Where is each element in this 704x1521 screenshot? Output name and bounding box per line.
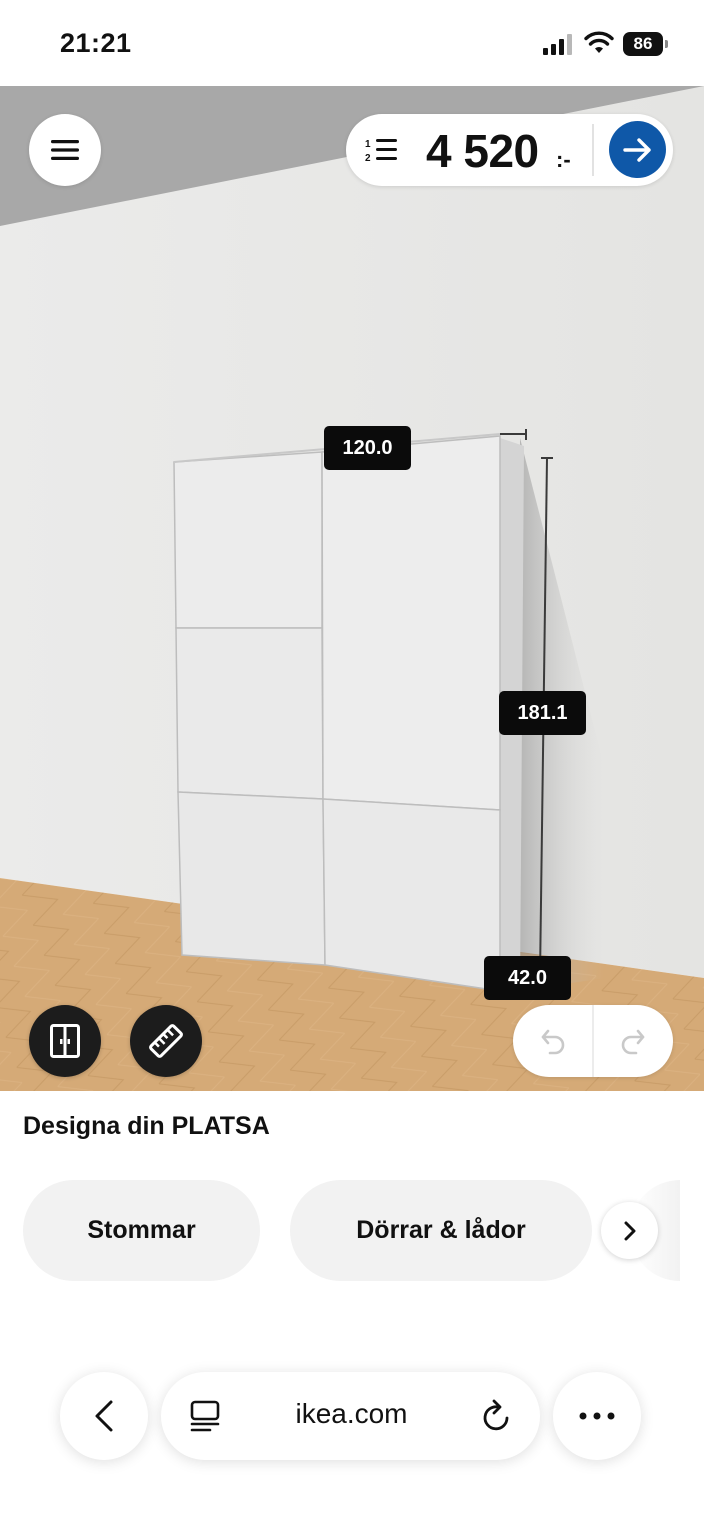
height-dimension-label: 181.1 [499,691,586,735]
tabs-icon [190,1400,220,1432]
price-currency-suffix: :- [556,147,571,172]
undo-redo-group [513,1005,673,1077]
numbered-list-icon: 1 2 [365,139,397,164]
status-bar: 21:21 86 [0,0,704,86]
browser-back-button[interactable] [60,1372,148,1460]
browser-more-button[interactable] [553,1372,641,1460]
hamburger-menu-icon [51,140,79,160]
ruler-icon [149,1024,183,1058]
scroll-chips-right-button[interactable] [601,1202,658,1259]
battery-indicator: 86 [623,32,663,56]
svg-text:2: 2 [365,153,371,164]
section-title: Designa din PLATSA [23,1112,270,1140]
chevron-right-icon [624,1221,635,1240]
redo-button[interactable] [593,1005,673,1077]
width-dimension-label: 120.0 [324,426,411,470]
undo-icon [541,1029,565,1055]
measure-button[interactable] [130,1005,202,1077]
double-door-icon [50,1024,80,1058]
proceed-button[interactable] [609,121,666,178]
arrow-right-icon [622,137,651,162]
svg-text:1: 1 [365,139,371,150]
address-bar[interactable]: ikea.com [161,1372,540,1460]
chip-frames[interactable]: Stommar [23,1180,260,1281]
total-price: 4 520 [426,125,539,177]
more-dots-icon [579,1412,615,1420]
depth-dimension-label: 42.0 [484,956,571,1000]
configurator-3d-view[interactable] [0,86,704,1091]
undo-button[interactable] [513,1005,593,1077]
reload-icon[interactable] [481,1399,513,1433]
status-time: 21:21 [60,28,132,58]
redo-icon [621,1029,645,1055]
chip-doors-drawers[interactable]: Dörrar & lådor [290,1180,592,1281]
url-text: ikea.com [295,1398,408,1429]
chevron-left-icon [95,1400,113,1432]
battery-tip [665,40,668,48]
menu-button[interactable] [29,114,101,186]
toggle-doors-button[interactable] [29,1005,101,1077]
wifi-icon [584,31,614,53]
divider [592,124,594,176]
cellular-signal-icon [543,34,572,55]
room-scene [0,86,704,1091]
